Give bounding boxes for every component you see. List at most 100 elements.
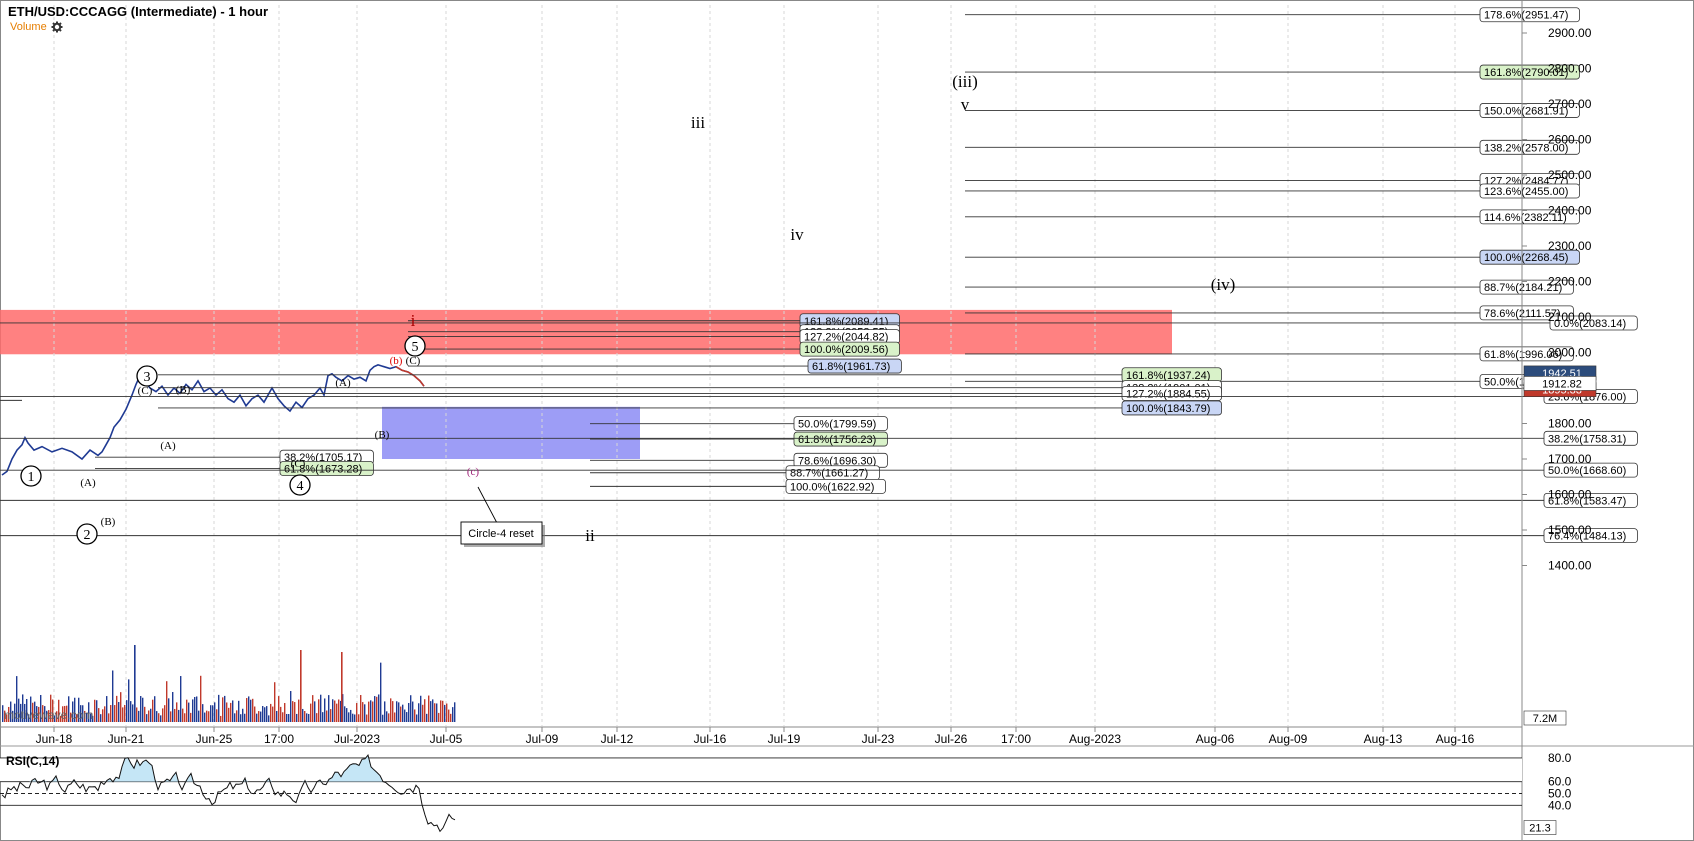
wave-text: 1 bbox=[28, 470, 35, 485]
volume-bar bbox=[312, 695, 314, 722]
volume-bar bbox=[302, 708, 304, 722]
fib-level[interactable]: 161.8%(2790.01) bbox=[965, 64, 1580, 80]
volume-bar bbox=[294, 702, 296, 722]
volume-bar bbox=[264, 707, 266, 722]
volume-bar bbox=[176, 702, 178, 722]
y-tick-label: 2300.00 bbox=[1548, 239, 1592, 253]
wave-label: (C) bbox=[406, 355, 421, 367]
volume-bar bbox=[104, 706, 106, 722]
volume-bar bbox=[430, 701, 432, 722]
rsi-panel: 80.060.050.040.021.3 bbox=[0, 751, 1572, 835]
wave-text: (C) bbox=[291, 458, 306, 470]
volume-bar bbox=[202, 704, 204, 722]
fib-level[interactable]: 127.2%(1884.55) bbox=[158, 386, 1222, 401]
volume-bar bbox=[290, 691, 292, 722]
volume-bar bbox=[178, 709, 180, 722]
fib-label: 127.2%(1884.55) bbox=[1126, 388, 1210, 400]
volume-bar bbox=[376, 696, 378, 722]
fib-level[interactable]: 114.6%(2382.11) bbox=[965, 209, 1580, 225]
x-tick-label: Jul-05 bbox=[430, 732, 463, 746]
fib-level[interactable]: 23.6%(1876.00) bbox=[0, 389, 1638, 404]
wave-label: ii bbox=[585, 526, 595, 545]
volume-bar bbox=[358, 714, 360, 722]
volume-bar bbox=[296, 713, 298, 722]
volume-bar bbox=[252, 698, 254, 722]
callout-circle4-reset[interactable]: Circle-4 reset bbox=[460, 486, 545, 547]
volume-bar bbox=[324, 698, 326, 722]
volume-bar bbox=[316, 713, 318, 722]
volume-bar bbox=[434, 703, 436, 722]
callout-leader bbox=[477, 486, 498, 524]
volume-bar bbox=[400, 706, 402, 722]
wave-text: (B) bbox=[176, 384, 191, 396]
wave-label: 2 bbox=[76, 523, 98, 545]
wave-label: (A) bbox=[160, 440, 176, 452]
volume-label: Volume bbox=[10, 21, 47, 33]
wave-label: (B) bbox=[101, 516, 116, 528]
volume-bar bbox=[218, 694, 220, 722]
fib-level[interactable]: 123.6%(2455.00) bbox=[965, 183, 1580, 199]
volume-bar bbox=[262, 706, 264, 722]
x-tick-label: Aug-16 bbox=[1436, 732, 1475, 746]
volume-bar bbox=[284, 703, 286, 722]
volume-indicator-label[interactable]: Volume bbox=[10, 21, 63, 33]
volume-bar bbox=[392, 701, 394, 722]
fib-level[interactable]: 61.8%(1673.28) bbox=[95, 461, 374, 476]
fib-level[interactable]: 100.0%(2268.45) bbox=[965, 249, 1580, 265]
fib-level[interactable]: 88.7%(2184.21) bbox=[965, 279, 1574, 295]
volume-bar bbox=[322, 712, 324, 722]
x-tick-label: Jul-16 bbox=[694, 732, 727, 746]
fib-level[interactable]: 178.6%(2951.47) bbox=[965, 7, 1580, 23]
fib-level[interactable]: 161.8%(1937.24) bbox=[158, 367, 1222, 383]
fib-level[interactable]: 76.4%(1484.13) bbox=[0, 528, 1638, 544]
y-tick-label: 2600.00 bbox=[1548, 133, 1592, 147]
fib-level[interactable]: 88.7%(1661.27) bbox=[590, 465, 880, 481]
wave-text: (C) bbox=[138, 385, 153, 397]
wave-label: iv bbox=[790, 225, 804, 244]
volume-bar bbox=[132, 704, 134, 722]
fib-level[interactable]: 100.0%(1843.79) bbox=[158, 400, 1222, 416]
fib-label: 61.8%(1756.23) bbox=[798, 434, 876, 446]
volume-bar bbox=[428, 695, 430, 722]
volume-bar bbox=[154, 696, 156, 722]
volume-bar bbox=[138, 710, 140, 722]
volume-bar bbox=[396, 701, 398, 722]
volume-bar bbox=[246, 698, 248, 722]
volume-bar bbox=[208, 711, 210, 722]
x-tick-label: Jun-25 bbox=[196, 732, 233, 746]
fib-level[interactable]: 61.8%(1583.47) bbox=[0, 492, 1638, 508]
chart-canvas[interactable]: 178.6%(2951.47) 161.8%(2790.01) 150.0%(268… bbox=[0, 0, 1694, 841]
x-tick-label: Aug-2023 bbox=[1069, 732, 1121, 746]
volume-bar bbox=[334, 700, 336, 722]
y-tick-label: 1700.00 bbox=[1548, 452, 1592, 466]
volume-bar bbox=[424, 699, 426, 722]
fib-level[interactable]: 138.2%(2578.00) bbox=[965, 139, 1580, 155]
wave-label: (B) bbox=[375, 429, 390, 441]
rsi-band bbox=[0, 757, 1522, 782]
volume-bar bbox=[276, 710, 278, 722]
fib-label: 50.0%(1668.60) bbox=[1548, 465, 1626, 477]
fib-level[interactable]: 61.8%(1961.73) bbox=[408, 358, 902, 374]
fib-level[interactable]: 50.0%(1918.73) bbox=[965, 373, 1574, 389]
fib-level[interactable]: 138.2%(1901.01) bbox=[158, 380, 1222, 396]
volume-bar bbox=[384, 701, 386, 722]
volume-bar bbox=[366, 714, 368, 722]
wave-text: (c) bbox=[467, 466, 480, 478]
volume-bar bbox=[438, 712, 440, 722]
wave-text: v bbox=[961, 95, 970, 114]
fib-level[interactable]: 100.0%(1622.92) bbox=[590, 478, 886, 494]
fib-level[interactable]: 150.0%(2681.91) bbox=[965, 103, 1580, 118]
volume-bar bbox=[354, 714, 356, 722]
volume-bar bbox=[196, 696, 198, 722]
fib-label: 100.0%(2268.45) bbox=[1484, 252, 1568, 264]
volume-bar bbox=[272, 706, 274, 722]
volume-bar bbox=[404, 709, 406, 722]
y-tick-label: 2000.00 bbox=[1548, 346, 1592, 360]
wave-label: (C) bbox=[138, 385, 153, 397]
wave-label: 5 bbox=[404, 335, 426, 357]
gear-icon[interactable] bbox=[51, 21, 63, 33]
volume-bar bbox=[186, 699, 188, 722]
fib-label: 178.6%(2951.47) bbox=[1484, 10, 1568, 22]
x-tick-label: Aug-13 bbox=[1364, 732, 1403, 746]
price-line-recent bbox=[395, 366, 425, 387]
